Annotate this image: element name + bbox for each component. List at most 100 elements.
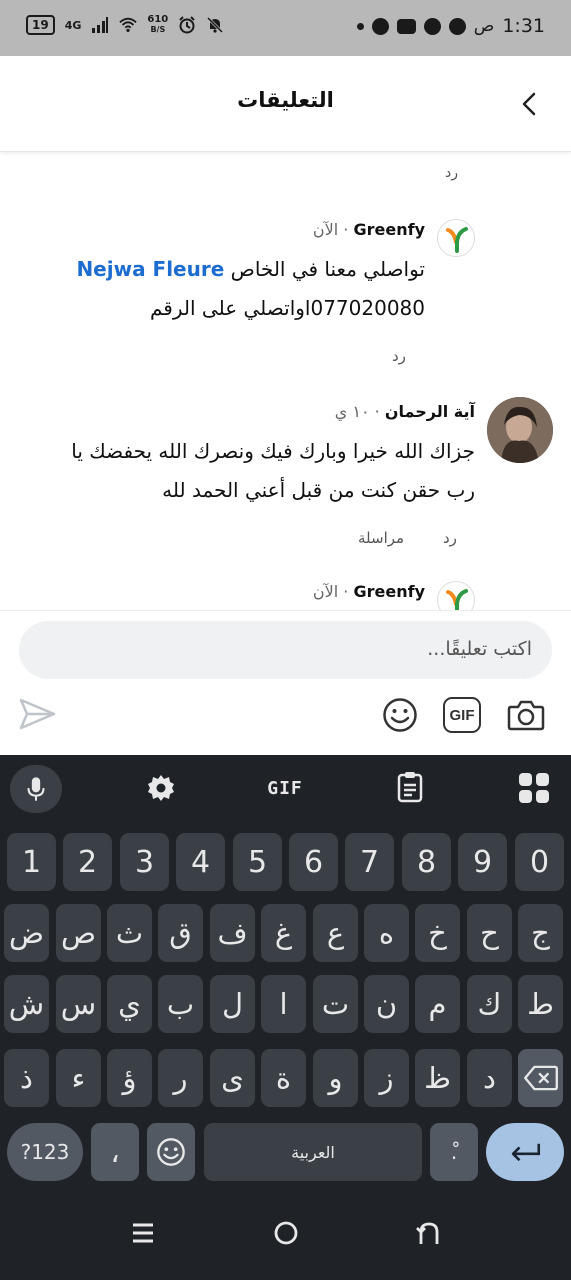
key-letter[interactable]: ز xyxy=(364,1049,409,1107)
key-letter[interactable]: ض xyxy=(4,904,49,962)
key-letter[interactable]: ق xyxy=(158,904,203,962)
key-letter[interactable]: ه xyxy=(364,904,409,962)
key-7[interactable]: 7 xyxy=(345,833,394,891)
space-key[interactable]: العربية xyxy=(204,1123,422,1181)
key-letter[interactable]: ع xyxy=(313,904,358,962)
author-name[interactable]: Greenfy xyxy=(353,582,425,601)
key-letter[interactable]: ظ xyxy=(415,1049,460,1107)
symbols-key[interactable]: ?123 xyxy=(7,1123,83,1181)
clipboard-icon[interactable] xyxy=(396,771,424,803)
key-letter[interactable]: س xyxy=(56,975,101,1033)
reply-button[interactable]: رد xyxy=(392,347,406,365)
reply-button[interactable]: رد xyxy=(443,529,457,547)
key-3[interactable]: 3 xyxy=(120,833,169,891)
key-letter[interactable]: غ xyxy=(261,904,306,962)
clock: 1:31 xyxy=(502,15,545,37)
settings-gear-icon[interactable] xyxy=(146,773,176,803)
key-letter[interactable]: ت xyxy=(313,975,358,1033)
key-letter[interactable]: ة xyxy=(261,1049,306,1107)
avatar[interactable] xyxy=(437,581,475,610)
status-bar: 19 4G 610 B/S ص 1:31 xyxy=(0,0,571,56)
key-letter[interactable]: ك xyxy=(467,975,512,1033)
soft-keyboard: GIF 1 2 3 4 5 6 7 8 9 0 ض ص ث ق ف غ ع ه … xyxy=(0,755,571,1280)
mention-link[interactable]: Nejwa Fleure xyxy=(76,257,224,281)
avatar[interactable] xyxy=(487,397,553,463)
key-letter[interactable]: ؤ xyxy=(107,1049,152,1107)
time-suffix: ص xyxy=(473,16,495,36)
key-letter[interactable]: ف xyxy=(210,904,255,962)
key-8[interactable]: 8 xyxy=(402,833,451,891)
backspace-key[interactable] xyxy=(518,1049,563,1107)
emoji-icon[interactable] xyxy=(382,697,418,733)
key-letter[interactable]: د xyxy=(467,1049,512,1107)
avatar[interactable] xyxy=(437,219,475,257)
author-name[interactable]: آية الرحمان xyxy=(385,402,475,421)
user-avatar-icon xyxy=(487,397,553,463)
comment-line-1: تواصلي معنا في الخاص xyxy=(230,257,425,281)
apps-grid-icon[interactable] xyxy=(518,772,550,804)
key-letter[interactable]: ث xyxy=(107,904,152,962)
key-letter[interactable]: خ xyxy=(415,904,460,962)
key-6[interactable]: 6 xyxy=(289,833,338,891)
key-1[interactable]: 1 xyxy=(7,833,56,891)
key-letter[interactable]: ط xyxy=(518,975,563,1033)
gif-keyboard-button[interactable]: GIF xyxy=(262,775,308,801)
back-nav-icon[interactable] xyxy=(415,1220,441,1246)
back-chevron-icon[interactable] xyxy=(515,86,545,122)
emoji-key[interactable] xyxy=(147,1123,195,1181)
recent-apps-icon[interactable] xyxy=(131,1221,155,1245)
key-letter[interactable]: و xyxy=(313,1049,358,1107)
comment-input[interactable]: اكتب تعليقًا... xyxy=(19,621,552,679)
key-2[interactable]: 2 xyxy=(63,833,112,891)
punctuation-key[interactable]: .ْ xyxy=(430,1123,478,1181)
speed-unit: B/S xyxy=(150,25,166,34)
enter-key[interactable] xyxy=(486,1123,564,1181)
gif-button[interactable]: GIF xyxy=(443,697,481,733)
key-letter[interactable]: ب xyxy=(158,975,203,1033)
alarm-icon xyxy=(179,16,195,34)
comment-composer: اكتب تعليقًا... GIF xyxy=(0,610,571,755)
key-4[interactable]: 4 xyxy=(176,833,225,891)
backspace-icon xyxy=(523,1065,558,1091)
key-letter[interactable]: ح xyxy=(467,904,512,962)
camera-icon[interactable] xyxy=(506,697,546,733)
key-5[interactable]: 5 xyxy=(233,833,282,891)
home-icon[interactable] xyxy=(273,1220,299,1246)
comment-item: Greenfy · الآن تواصلي معنا في الخاص Nejw… xyxy=(0,213,571,365)
comment-line-2: 077020080اواتصلي على الرقم xyxy=(150,296,425,320)
key-letter[interactable]: ص xyxy=(56,904,101,962)
key-letter[interactable]: ر xyxy=(158,1049,203,1107)
comments-list[interactable]: رد Greenfy · الآن تواصلي معنا في الخاص N… xyxy=(0,153,571,610)
author-name[interactable]: Greenfy xyxy=(353,220,425,239)
key-letter[interactable]: ي xyxy=(107,975,152,1033)
key-letter[interactable]: ل xyxy=(210,975,255,1033)
key-letter[interactable]: ء xyxy=(56,1049,101,1107)
key-letter[interactable]: م xyxy=(415,975,460,1033)
mic-button[interactable] xyxy=(10,765,62,813)
key-letter[interactable]: ش xyxy=(4,975,49,1033)
key-0[interactable]: 0 xyxy=(515,833,564,891)
send-icon[interactable] xyxy=(18,696,58,732)
comment-meta: آية الرحمان · ١٠ ي xyxy=(335,402,475,421)
key-letter[interactable]: ا xyxy=(261,975,306,1033)
app-icon xyxy=(423,17,441,35)
network-label: 4G xyxy=(64,18,82,32)
comma-key[interactable]: ، xyxy=(91,1123,139,1181)
key-letter[interactable]: ج xyxy=(518,904,563,962)
mute-bell-icon xyxy=(207,16,224,34)
reply-button[interactable]: رد xyxy=(445,165,458,181)
key-letter[interactable]: ى xyxy=(210,1049,255,1107)
key-letter[interactable]: ذ xyxy=(4,1049,49,1107)
messenger-icon xyxy=(448,17,466,35)
status-right: ص 1:31 xyxy=(356,15,545,37)
youtube-icon xyxy=(396,18,416,34)
message-button[interactable]: مراسلة xyxy=(358,529,404,547)
key-9[interactable]: 9 xyxy=(458,833,507,891)
comment-line-1: جزاك الله خيرا وبارك فيك ونصرك الله يحفض… xyxy=(71,439,475,463)
key-letter[interactable]: ن xyxy=(364,975,409,1033)
speed-value: 610 xyxy=(147,14,169,25)
comment-item: Greenfy · الآن xyxy=(0,576,571,610)
comment-time: الآن xyxy=(312,220,339,239)
comment-line-2: رب حقن كنت من قبل أعني الحمد لله xyxy=(162,478,475,502)
comment-time: ١٠ ي xyxy=(334,402,370,421)
